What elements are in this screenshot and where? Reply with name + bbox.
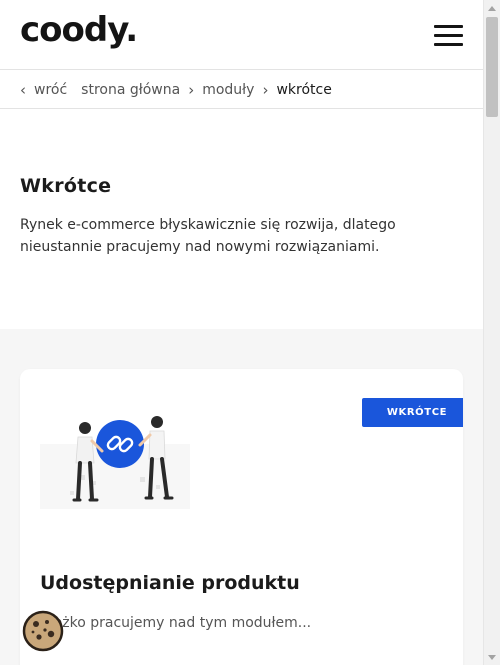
breadcrumb-item-home[interactable]: strona główna	[81, 82, 180, 98]
scroll-thumb[interactable]	[486, 17, 498, 117]
module-title[interactable]: Udostępnianie produktu	[40, 572, 300, 594]
breadcrumb-current: wkrótce	[276, 81, 332, 98]
hamburger-line	[434, 25, 463, 28]
page-description: Rynek e-commerce błyskawicznie się rozwi…	[20, 217, 396, 255]
module-card[interactable]: wkrótce Udostępnianie produktu Ciężko pr…	[20, 369, 463, 665]
cookie-icon[interactable]	[22, 610, 64, 652]
share-illustration	[40, 416, 190, 509]
module-description: Ciężko pracujemy nad tym modułem...	[40, 615, 312, 631]
site-header: coody.	[0, 0, 483, 70]
scroll-down-icon[interactable]	[484, 649, 500, 665]
hamburger-line	[434, 34, 463, 37]
breadcrumb-back-link[interactable]: wróć	[34, 82, 67, 98]
modules-section: wkrótce Udostępnianie produktu Ciężko pr…	[0, 329, 483, 665]
chevron-right-icon: ›	[262, 80, 269, 99]
hamburger-icon[interactable]	[434, 25, 464, 47]
site-logo[interactable]: coody.	[20, 10, 138, 50]
chevron-left-icon: ‹	[20, 80, 26, 99]
breadcrumb-item-modules[interactable]: moduły	[202, 82, 254, 98]
intro-section: Wkrótce Rynek e-commerce błyskawicznie s…	[0, 109, 483, 329]
page-title: Wkrótce	[20, 175, 112, 197]
page-viewport: coody. ‹ wróć strona główna › moduły › w…	[0, 0, 483, 665]
chevron-right-icon: ›	[188, 80, 195, 99]
vertical-scrollbar[interactable]	[483, 0, 500, 665]
scroll-up-icon[interactable]	[484, 0, 500, 16]
hamburger-line	[434, 43, 463, 46]
breadcrumb: ‹ wróć strona główna › moduły › wkrótce	[0, 71, 483, 109]
status-badge: wkrótce	[362, 398, 463, 427]
